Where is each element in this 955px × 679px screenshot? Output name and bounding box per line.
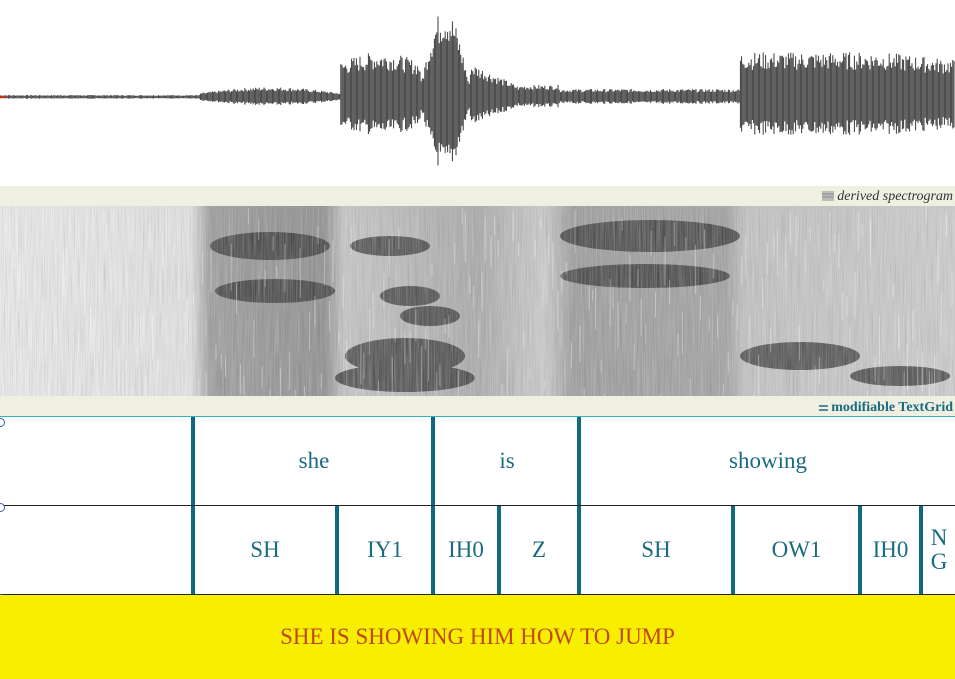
- spectrogram-header: derived spectrogram: [0, 186, 955, 206]
- interval-phones-iy1[interactable]: IY1: [339, 506, 431, 594]
- textgrid-label: modifiable TextGrid: [819, 399, 953, 417]
- interval-words-showing[interactable]: showing: [581, 417, 955, 505]
- textgrid-header: modifiable TextGrid: [0, 396, 955, 416]
- spectrogram-label: derived spectrogram: [822, 188, 953, 206]
- waveform[interactable]: [0, 0, 955, 186]
- interval-phones-ng[interactable]: NG: [926, 506, 952, 594]
- interval-phones-sh[interactable]: SH: [195, 506, 335, 594]
- interval-words-0[interactable]: [0, 417, 193, 505]
- interval-phones-0[interactable]: [0, 506, 193, 594]
- interval-phones-z[interactable]: Z: [501, 506, 577, 594]
- interval-phones-ih0[interactable]: IH0: [435, 506, 497, 594]
- tier-phones[interactable]: SH IY1 IH0 Z SH OW1 IH0 NG: [0, 503, 955, 595]
- spectrogram-label-text: derived spectrogram: [837, 189, 953, 204]
- interval-words-is[interactable]: is: [435, 417, 579, 505]
- textgrid-icon: [819, 405, 829, 411]
- textgrid[interactable]: she is showing SH IY1 IH0 Z SH OW1 IH0 N…: [0, 416, 955, 603]
- interval-phones-ih0-2[interactable]: IH0: [862, 506, 919, 594]
- tier-words[interactable]: she is showing: [0, 417, 955, 506]
- textgrid-label-text: modifiable TextGrid: [831, 400, 953, 415]
- spectrogram[interactable]: [0, 206, 955, 396]
- interval-phones-sh-2[interactable]: SH: [581, 506, 731, 594]
- spectrogram-icon: [822, 191, 835, 201]
- interval-words-she[interactable]: she: [195, 417, 433, 505]
- interval-phones-ow1[interactable]: OW1: [735, 506, 858, 594]
- boundary[interactable]: [919, 506, 923, 594]
- transcript[interactable]: SHE IS SHOWING HIM HOW TO JUMP: [0, 595, 955, 679]
